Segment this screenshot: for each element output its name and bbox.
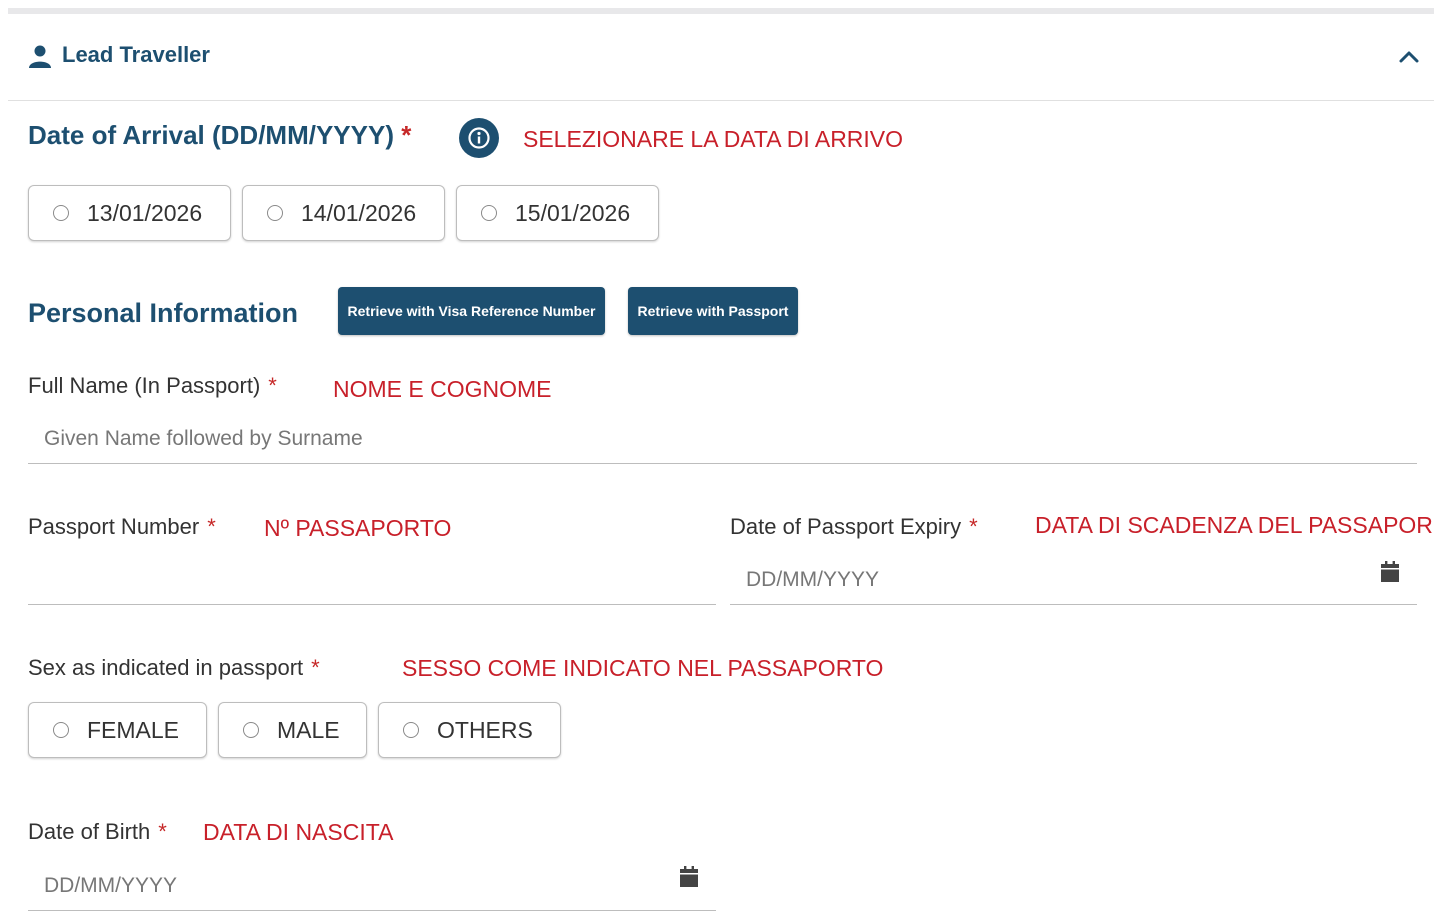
personal-info-title: Personal Information <box>28 298 299 328</box>
passport-number-label: Passport Number * <box>28 514 216 539</box>
info-icon[interactable] <box>459 118 499 158</box>
radio-circle[interactable] <box>53 722 69 738</box>
section-title: Lead Traveller <box>62 42 210 67</box>
retrieve-passport-button[interactable]: Retrieve with Passport <box>628 287 798 335</box>
sex-option-label: OTHERS <box>437 717 533 743</box>
sex-option-label: MALE <box>277 717 340 743</box>
retrieve-visa-button[interactable]: Retrieve with Visa Reference Number <box>338 287 605 335</box>
required-marker: * <box>158 819 167 844</box>
radio-circle[interactable] <box>243 722 259 738</box>
arrival-option-label: 14/01/2026 <box>301 200 417 226</box>
passport-number-input[interactable] <box>28 555 716 605</box>
arrival-option-label: 15/01/2026 <box>515 200 631 226</box>
dob-note: DATA DI NASCITA <box>203 819 394 845</box>
sex-option-male[interactable]: MALE <box>218 702 367 758</box>
required-marker: * <box>969 514 978 539</box>
info-glyph <box>468 127 490 149</box>
page: Lead Traveller Date of Arrival (DD/MM/YY… <box>0 0 1434 913</box>
required-marker: * <box>311 655 320 680</box>
lead-traveller-header[interactable]: Lead Traveller <box>8 14 1434 101</box>
radio-circle[interactable] <box>403 722 419 738</box>
radio-circle[interactable] <box>53 205 69 221</box>
sex-label: Sex as indicated in passport * <box>28 655 320 680</box>
calendar-icon[interactable] <box>679 866 699 888</box>
arrival-option-1[interactable]: 13/01/2026 <box>28 185 231 241</box>
required-marker: * <box>401 120 412 150</box>
full-name-input[interactable] <box>28 414 1417 464</box>
arrival-option-label: 13/01/2026 <box>87 200 203 226</box>
user-icon <box>29 45 51 68</box>
passport-number-note: Nº PASSAPORTO <box>264 515 452 541</box>
passport-expiry-label: Date of Passport Expiry * <box>730 514 978 539</box>
radio-circle[interactable] <box>267 205 283 221</box>
sex-option-label: FEMALE <box>87 717 180 743</box>
sex-note: SESSO COME INDICATO NEL PASSAPORTO <box>402 655 884 681</box>
dob-input[interactable] <box>28 861 716 911</box>
sex-option-others[interactable]: OTHERS <box>378 702 561 758</box>
calendar-icon[interactable] <box>1380 561 1400 583</box>
chevron-up-icon[interactable] <box>1398 46 1420 68</box>
full-name-label: Full Name (In Passport) * <box>28 373 277 398</box>
arrival-note: SELEZIONARE LA DATA DI ARRIVO <box>523 126 904 152</box>
arrival-option-3[interactable]: 15/01/2026 <box>456 185 659 241</box>
passport-expiry-input[interactable] <box>730 555 1417 605</box>
sex-option-female[interactable]: FEMALE <box>28 702 207 758</box>
radio-circle[interactable] <box>481 205 497 221</box>
dob-label: Date of Birth * <box>28 819 167 844</box>
passport-expiry-note: DATA DI SCADENZA DEL PASSAPOR <box>1035 512 1433 538</box>
full-name-note: NOME E COGNOME <box>333 376 552 402</box>
arrival-label: Date of Arrival (DD/MM/YYYY) * <box>28 120 412 150</box>
required-marker: * <box>207 514 216 539</box>
required-marker: * <box>268 373 277 398</box>
arrival-option-2[interactable]: 14/01/2026 <box>242 185 445 241</box>
